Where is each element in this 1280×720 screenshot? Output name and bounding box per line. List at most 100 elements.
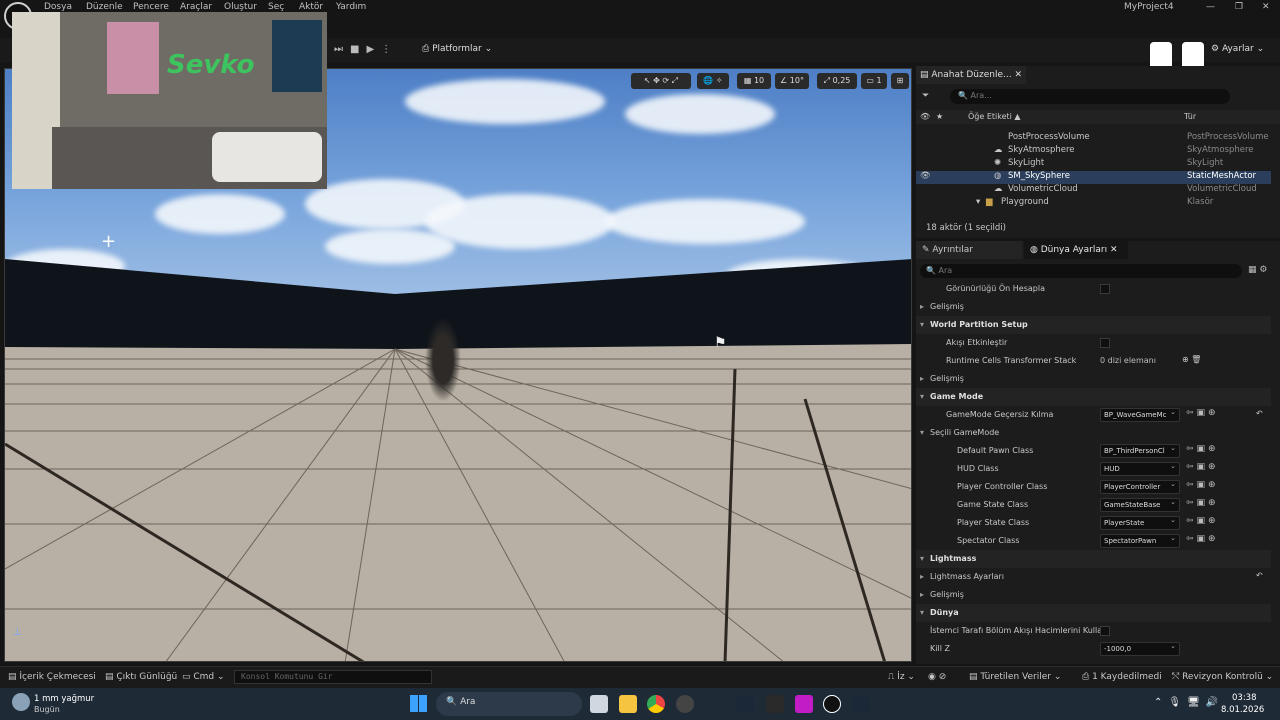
task-view-icon[interactable]: [590, 695, 608, 713]
asset-actions-icon[interactable]: ⇦▣⊕: [1186, 408, 1219, 418]
category-game-mode[interactable]: ▾ Game Mode: [916, 388, 1271, 406]
more-icon[interactable]: ⋮: [381, 44, 398, 55]
maximize-icon[interactable]: ❐: [1235, 2, 1243, 12]
derived-data-button[interactable]: ▤ Türetilen Veriler ⌄: [969, 672, 1061, 682]
menu-edit[interactable]: Düzenle: [86, 2, 123, 12]
menu-select[interactable]: Seç: [268, 2, 284, 12]
pc-combo[interactable]: PlayerController: [1100, 480, 1180, 494]
details-search[interactable]: 🔍 Ara: [920, 264, 1242, 278]
star-icon[interactable]: ★: [936, 112, 943, 121]
prop-lightmass-settings[interactable]: ▸ Lightmass Ayarları ↶: [916, 568, 1271, 586]
system-tray-icons[interactable]: ⌃🎙🖥🔊: [1154, 697, 1224, 708]
asset-actions-icon[interactable]: ⇦▣⊕: [1186, 480, 1219, 490]
epic-games-icon[interactable]: [766, 695, 784, 713]
asset-actions-icon[interactable]: ⇦▣⊕: [1186, 444, 1219, 454]
taskbar-search[interactable]: 🔍 Ara: [436, 692, 582, 716]
actor-name: SM_SkySphere: [1008, 171, 1070, 181]
app-icon[interactable]: [795, 695, 813, 713]
scale-snap-button[interactable]: ⤢ 0,25: [817, 73, 857, 89]
app-icon[interactable]: [676, 695, 694, 713]
steam-icon[interactable]: [852, 695, 870, 713]
record-icon[interactable]: ◉ ⊘: [928, 672, 946, 682]
chevron-down-icon[interactable]: ▾: [976, 197, 980, 207]
advanced-row[interactable]: ▸ Gelişmiş: [916, 298, 1271, 316]
menu-tools[interactable]: Araçlar: [180, 2, 212, 12]
unsaved-button[interactable]: ⎙ 1 Kaydedilmedi: [1082, 672, 1162, 682]
eye-icon[interactable]: 👁: [920, 171, 931, 181]
hud-combo[interactable]: HUD: [1100, 462, 1180, 476]
steam-icon[interactable]: [736, 695, 754, 713]
menu-window[interactable]: Pencere: [133, 2, 169, 12]
kill-z-input[interactable]: -1000,0: [1100, 642, 1180, 656]
layout-button[interactable]: ⊞: [891, 73, 909, 89]
minimize-icon[interactable]: —: [1206, 2, 1215, 12]
reset-icon[interactable]: ↶: [1256, 571, 1263, 580]
pawn-combo[interactable]: BP_ThirdPersonCl: [1100, 444, 1180, 458]
outliner-tab[interactable]: ▤ Anahat Düzenle... ✕: [916, 66, 1026, 84]
advanced-row[interactable]: ▸ Gelişmiş: [916, 586, 1271, 604]
play-icon[interactable]: ▶: [366, 44, 381, 55]
revision-control-button[interactable]: ⤲ Revizyon Kontrolü ⌄: [1172, 672, 1273, 682]
angle-snap-button[interactable]: ∠ 10°: [775, 73, 809, 89]
tree-row-selected[interactable]: 👁 ◍ SM_SkySphere StaticMeshActor: [916, 171, 1271, 184]
start-button-icon[interactable]: [410, 695, 427, 712]
file-explorer-icon[interactable]: [619, 695, 637, 713]
camera-speed-button[interactable]: ▭ 1: [861, 73, 887, 89]
weather-icon[interactable]: [12, 693, 30, 711]
category-selected-gamemode[interactable]: ▾ Seçili GameMode: [916, 424, 1271, 442]
category-lightmass[interactable]: ▾ Lightmass: [916, 550, 1271, 568]
asset-actions-icon[interactable]: ⇦▣⊕: [1186, 516, 1219, 526]
menu-help[interactable]: Yardım: [336, 2, 366, 12]
menu-build[interactable]: Oluştur: [224, 2, 257, 12]
trace-button[interactable]: ⎍ İz ⌄: [888, 672, 915, 682]
add-element-icon[interactable]: ⊕ 🗑: [1182, 355, 1201, 364]
checkbox[interactable]: [1100, 626, 1110, 636]
tree-row[interactable]: ▾ ▆ Playground Klasör: [916, 197, 1271, 210]
menu-actor[interactable]: Aktör: [299, 2, 323, 12]
outliner-search[interactable]: 🔍 Ara...: [950, 89, 1230, 104]
spectator-combo[interactable]: SpectatorPawn: [1100, 534, 1180, 548]
content-drawer-button[interactable]: ▤ İçerik Çekmecesi: [8, 672, 96, 682]
category-world-partition[interactable]: ▾ World Partition Setup: [916, 316, 1271, 334]
view-options-icon[interactable]: ▦ ⚙: [1248, 265, 1267, 275]
tree-row[interactable]: ☁ SkyAtmosphere SkyAtmosphere: [916, 145, 1271, 158]
gamemode-combo[interactable]: BP_WaveGameMc: [1100, 408, 1180, 422]
category-world[interactable]: ▾ Dünya: [916, 604, 1271, 622]
grid-snap-button[interactable]: ▦ 10: [737, 73, 771, 89]
stop-icon[interactable]: ■: [350, 44, 366, 55]
unreal-engine-icon[interactable]: [823, 695, 841, 713]
tab-details[interactable]: ✎ Ayrıntılar: [916, 241, 1022, 259]
advanced-row[interactable]: ▸ Gelişmiş: [916, 370, 1271, 388]
select-mode-button[interactable]: ↖ ✥ ⟳ ⤢: [631, 73, 691, 89]
eye-icon[interactable]: 👁: [920, 112, 930, 121]
asset-actions-icon[interactable]: ⇦▣⊕: [1186, 462, 1219, 472]
console-input[interactable]: Konsol Komutunu Gir: [234, 670, 432, 684]
menu-file[interactable]: Dosya: [44, 2, 72, 12]
column-item-label[interactable]: Öğe Etiketi ▲: [968, 112, 1021, 121]
column-type[interactable]: Tür: [1184, 112, 1196, 121]
ps-combo[interactable]: PlayerState: [1100, 516, 1180, 530]
clock-time: 03:38: [1232, 693, 1257, 703]
output-log-button[interactable]: ▤ Çıktı Günlüğü: [105, 672, 177, 682]
checkbox[interactable]: [1100, 338, 1110, 348]
gs-combo[interactable]: GameStateBase: [1100, 498, 1180, 512]
settings-button[interactable]: ⚙ Ayarlar ⌄: [1211, 44, 1264, 54]
tree-row[interactable]: ☁ VolumetricCloud VolumetricCloud: [916, 184, 1271, 197]
asset-actions-icon[interactable]: ⇦▣⊕: [1186, 498, 1219, 508]
asset-actions-icon[interactable]: ⇦▣⊕: [1186, 534, 1219, 544]
player-start-flag-icon[interactable]: ⚑: [714, 335, 727, 351]
checkbox[interactable]: [1100, 284, 1110, 294]
tab-world-settings[interactable]: ◍ Dünya Ayarları ✕: [1024, 241, 1128, 259]
tree-row[interactable]: ✺ SkyLight SkyLight: [916, 158, 1271, 171]
close-window-icon[interactable]: ✕: [1262, 2, 1270, 12]
chrome-icon[interactable]: [647, 695, 665, 713]
wall-text: Sevko: [167, 50, 255, 80]
world-local-button[interactable]: 🌐 ✧: [697, 73, 729, 89]
tree-row[interactable]: PostProcessVolume PostProcessVolume: [916, 132, 1271, 145]
filter-icon[interactable]: ⏷: [922, 91, 929, 101]
skip-icon[interactable]: ⏭: [334, 44, 350, 55]
platforms-button[interactable]: ⎙ Platformlar ⌄: [422, 44, 492, 54]
player-character[interactable]: [425, 317, 461, 402]
reset-icon[interactable]: ↶: [1256, 409, 1263, 418]
cmd-button[interactable]: ▭ Cmd ⌄: [182, 672, 225, 682]
